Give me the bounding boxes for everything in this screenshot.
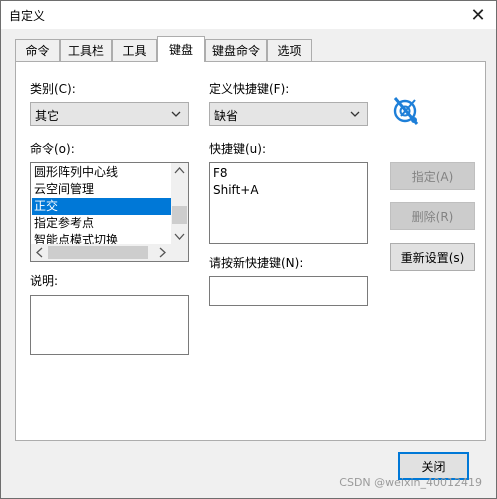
tab-label: 命令 [25,44,50,58]
category-label: 类别(C): [30,82,76,96]
app-logo-icon [393,97,419,125]
tab-label: 工具 [122,44,147,58]
title-bar: 自定义 ✕ [1,1,496,29]
scroll-up-icon[interactable] [174,166,185,175]
list-item[interactable]: 指定参考点 [34,215,94,232]
customize-dialog: 自定义 ✕ 命令 工具栏 工具 键盘 键盘命令 选项 类别(C): 其它 命令(… [0,0,497,499]
tab-label: 键盘命令 [211,44,260,58]
category-select[interactable]: 其它 [30,102,189,126]
tab-label: 键盘 [168,43,193,57]
list-item[interactable]: 圆形阵列中心线 [34,164,118,181]
close-icon[interactable]: ✕ [466,3,490,27]
reset-button[interactable]: 重新设置(s) [390,243,475,271]
shortcut-set-value: 缺省 [214,109,239,123]
scroll-right-icon[interactable] [158,247,167,258]
shortcuts-label: 快捷键(u): [209,142,267,156]
tab-label: 选项 [277,44,302,58]
tab-label: 工具栏 [67,44,104,58]
new-shortcut-input[interactable] [209,276,368,306]
keyboard-tab-panel: 类别(C): 其它 命令(o): 圆形阵列中心线 云空间管理 正交 指定参考点 … [15,61,486,441]
scroll-down-icon[interactable] [174,232,185,241]
reset-button-label: 重新设置(s) [400,250,465,265]
assign-button-label: 指定(A) [411,169,454,184]
delete-button[interactable]: 删除(R) [390,202,475,230]
assign-button[interactable]: 指定(A) [390,162,475,190]
window-title: 自定义 [9,9,46,23]
tab-commands[interactable]: 命令 [15,39,60,61]
shortcut-set-select[interactable]: 缺省 [209,102,368,126]
vertical-scrollbar[interactable] [171,163,188,244]
tab-toolbars[interactable]: 工具栏 [60,39,112,61]
scrollbar-thumb[interactable] [48,246,148,259]
commands-label: 命令(o): [30,142,75,156]
scrollbar-corner [171,244,188,261]
chevron-down-icon [171,111,181,117]
tab-keyboard[interactable]: 键盘 [157,36,205,62]
horizontal-scrollbar[interactable] [31,244,171,261]
list-item[interactable]: F8 [213,165,228,182]
list-item[interactable]: 智能点模式切换 [34,232,118,244]
tab-options[interactable]: 选项 [267,39,312,61]
list-item[interactable]: 云空间管理 [34,181,94,198]
description-label: 说明: [30,274,59,288]
description-box [30,295,189,355]
shortcuts-list[interactable]: F8 Shift+A [209,162,368,244]
delete-button-label: 删除(R) [411,209,454,224]
scrollbar-thumb[interactable] [172,206,187,224]
tab-keyboard-commands[interactable]: 键盘命令 [205,39,267,61]
tab-tools[interactable]: 工具 [112,39,157,61]
list-item-selected[interactable]: 正交 [32,198,171,215]
commands-list[interactable]: 圆形阵列中心线 云空间管理 正交 指定参考点 智能点模式切换 [30,162,189,262]
new-shortcut-label: 请按新快捷键(N): [209,256,304,270]
category-value: 其它 [35,109,60,123]
shortcut-set-label: 定义快捷键(F): [209,82,290,96]
chevron-down-icon [350,111,360,117]
close-button-label: 关闭 [421,459,446,474]
watermark: CSDN @weixin_40012419 [339,476,482,489]
scroll-left-icon[interactable] [35,247,44,258]
list-item[interactable]: Shift+A [213,182,259,199]
